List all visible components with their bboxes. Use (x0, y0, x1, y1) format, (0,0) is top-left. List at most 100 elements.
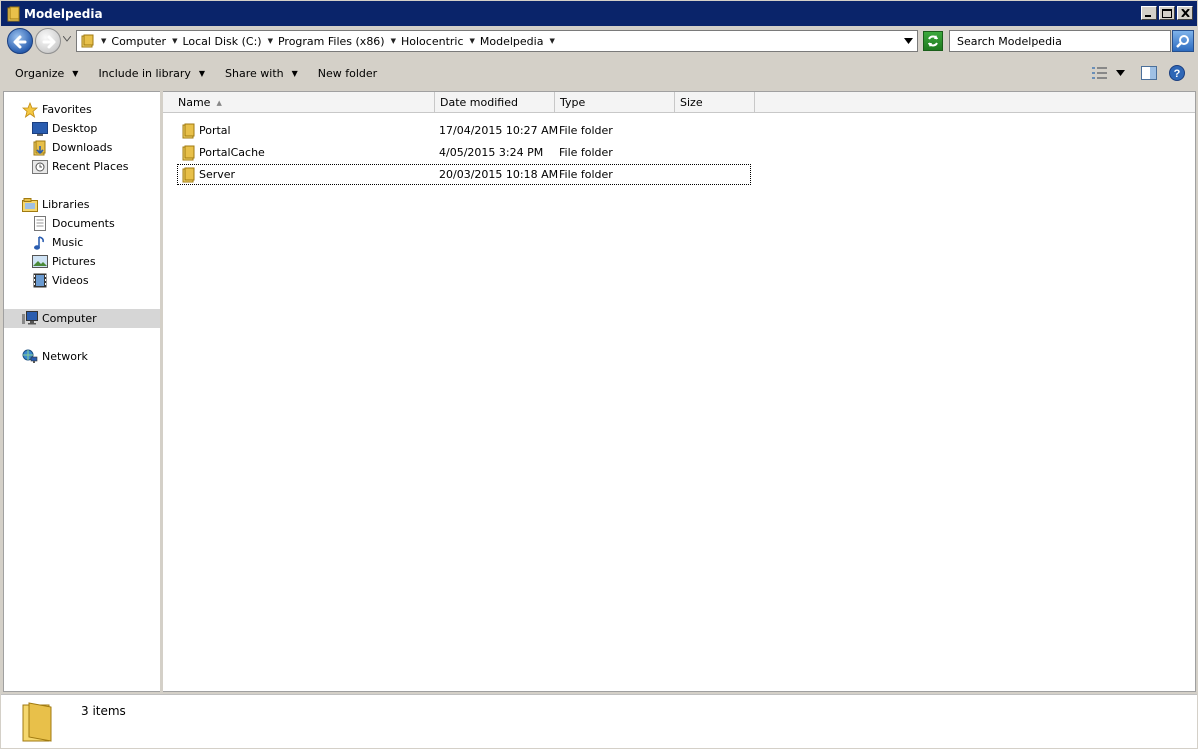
minimize-button[interactable] (1141, 6, 1157, 20)
documents-icon (32, 216, 48, 232)
column-name[interactable]: Name ▲ (173, 92, 435, 113)
view-options-dropdown[interactable] (1116, 70, 1125, 76)
chevron-down-icon[interactable]: ▼ (268, 37, 273, 45)
nav-network-label: Network (42, 350, 88, 363)
address-row: ▼ Computer ▼ Local Disk (C:) ▼ Program Fil… (1, 26, 1197, 57)
view-list-icon (1092, 67, 1107, 79)
new-folder-label: New folder (317, 66, 378, 80)
search-icon (1176, 35, 1189, 48)
chevron-down-icon: ▼ (291, 68, 298, 78)
nav-pictures-label: Pictures (52, 255, 96, 268)
address-bar[interactable]: ▼ Computer ▼ Local Disk (C:) ▼ Program Fil… (76, 30, 918, 52)
nav-documents[interactable]: Documents (4, 214, 160, 233)
table-row[interactable]: Portal 17/04/2015 10:27 AM File folder (177, 120, 751, 141)
title-bar[interactable]: Modelpedia (0, 0, 1198, 26)
file-date: 20/03/2015 10:18 AM (439, 168, 559, 181)
help-button[interactable]: ? (1169, 65, 1185, 81)
share-with-label: Share with (225, 66, 284, 80)
chevron-down-icon[interactable]: ▼ (101, 37, 106, 45)
back-button[interactable] (7, 28, 33, 54)
table-row[interactable]: Server 20/03/2015 10:18 AM File folder (177, 164, 751, 185)
change-view-button[interactable] (1092, 66, 1108, 80)
breadcrumb-item-local-disk[interactable]: Local Disk (C:) (182, 35, 261, 48)
recent-pages-dropdown-icon[interactable] (63, 36, 71, 42)
file-type: File folder (559, 168, 613, 181)
nav-music[interactable]: Music (4, 233, 160, 252)
nav-desktop[interactable]: Desktop (4, 119, 160, 138)
nav-favorites[interactable]: Favorites (4, 100, 160, 119)
videos-icon (32, 273, 48, 289)
nav-pictures[interactable]: Pictures (4, 252, 160, 271)
column-date-modified[interactable]: Date modified (435, 92, 555, 113)
breadcrumb-item-holocentric[interactable]: Holocentric (401, 35, 464, 48)
back-arrow-icon (13, 35, 27, 49)
chevron-down-icon: ▼ (198, 68, 206, 78)
forward-button[interactable] (35, 28, 61, 54)
address-history-dropdown-icon[interactable] (904, 38, 913, 44)
nav-libraries[interactable]: Libraries (4, 195, 160, 214)
include-in-library-button[interactable]: Include in library ▼ (98, 67, 205, 80)
chevron-down-icon[interactable]: ▼ (549, 37, 554, 45)
column-size[interactable]: Size (675, 92, 755, 113)
folder-icon (182, 123, 195, 138)
nav-recent-places-label: Recent Places (52, 160, 129, 173)
breadcrumb-item-program-files[interactable]: Program Files (x86) (278, 35, 385, 48)
refresh-button[interactable] (923, 31, 943, 51)
command-bar: Organize ▼ Include in library ▼ Share with… (1, 57, 1197, 89)
search-input[interactable]: Search Modelpedia (949, 30, 1171, 52)
file-name: Portal (199, 124, 231, 137)
breadcrumb-item-modelpedia[interactable]: Modelpedia (480, 35, 544, 48)
nav-videos[interactable]: Videos (4, 271, 160, 290)
downloads-icon (32, 140, 48, 156)
star-icon (22, 101, 38, 118)
column-type[interactable]: Type (555, 92, 675, 113)
item-count: 3 items (81, 704, 126, 718)
chevron-down-icon[interactable]: ▼ (391, 37, 396, 45)
folder-icon (22, 702, 52, 742)
column-type-label: Type (560, 96, 586, 109)
new-folder-button[interactable]: New folder (318, 67, 377, 80)
file-list: Name ▲ Date modified Type Size Portal 17… (163, 91, 1196, 692)
details-pane: 3 items (1, 694, 1197, 748)
nav-videos-label: Videos (52, 274, 89, 287)
column-header-bar: Name ▲ Date modified Type Size (163, 92, 1195, 113)
preview-pane-icon (1141, 66, 1157, 80)
table-row[interactable]: PortalCache 4/05/2015 3:24 PM File folde… (177, 142, 751, 163)
help-icon: ? (1169, 65, 1185, 81)
organize-button[interactable]: Organize ▼ (15, 67, 78, 80)
file-name: PortalCache (199, 146, 265, 159)
breadcrumb-item-computer[interactable]: Computer (111, 35, 166, 48)
nav-libraries-label: Libraries (42, 198, 90, 211)
column-size-label: Size (680, 96, 703, 109)
search-placeholder: Search Modelpedia (957, 34, 1062, 48)
minimize-icon (1145, 15, 1151, 17)
close-button[interactable] (1177, 6, 1193, 20)
search-button[interactable] (1172, 30, 1194, 52)
nav-network[interactable]: Network (4, 347, 160, 366)
share-with-button[interactable]: Share with ▼ (225, 67, 298, 80)
chevron-down-icon (1116, 70, 1125, 76)
close-icon (1180, 9, 1190, 17)
maximize-button[interactable] (1159, 6, 1175, 20)
nav-desktop-label: Desktop (52, 122, 98, 135)
nav-downloads-label: Downloads (52, 141, 113, 154)
computer-icon (22, 311, 38, 327)
chevron-down-icon[interactable]: ▼ (470, 37, 475, 45)
nav-computer-label: Computer (42, 312, 97, 325)
folder-icon (182, 145, 195, 160)
column-name-label: Name (178, 96, 211, 109)
recent-places-icon (32, 159, 48, 175)
file-date: 17/04/2015 10:27 AM (439, 124, 559, 137)
libraries-icon (22, 197, 38, 213)
music-icon (32, 235, 48, 251)
nav-computer[interactable]: Computer (4, 309, 160, 328)
nav-favorites-label: Favorites (42, 103, 92, 116)
forward-arrow-icon (42, 35, 56, 49)
nav-downloads[interactable]: Downloads (4, 138, 160, 157)
maximize-icon (1162, 8, 1172, 18)
preview-pane-button[interactable] (1141, 66, 1157, 80)
file-name: Server (199, 168, 236, 181)
nav-recent-places[interactable]: Recent Places (4, 157, 160, 176)
breadcrumb: ▼ (95, 37, 111, 45)
chevron-down-icon[interactable]: ▼ (172, 37, 177, 45)
